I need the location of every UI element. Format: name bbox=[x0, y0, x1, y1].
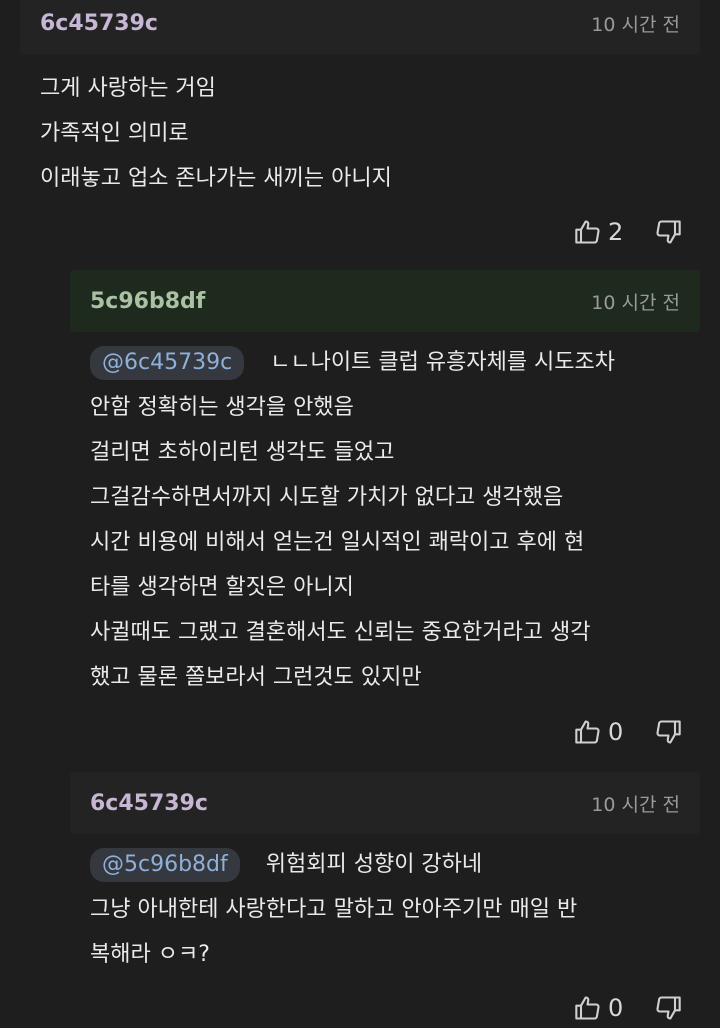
mention-tag[interactable]: @6c45739c bbox=[90, 346, 245, 380]
comment-header: 6c45739c 10 시간 전 bbox=[20, 0, 700, 54]
thumbs-up-icon[interactable] bbox=[574, 718, 602, 746]
comment-author[interactable]: 6c45739c bbox=[90, 791, 208, 816]
comment-time: 10 시간 전 bbox=[591, 793, 680, 816]
comment-actions: 2 bbox=[574, 212, 682, 252]
comment-line: 타를 생각하면 할짓은 아니지 bbox=[90, 575, 354, 600]
like-count: 2 bbox=[608, 218, 624, 246]
comment-line: 복해라 ㅇㅋ? bbox=[90, 942, 210, 967]
comment-line: 시간 비용에 비해서 얻는건 일시적인 쾌락이고 후에 현 bbox=[90, 530, 585, 555]
thumbs-down-icon[interactable] bbox=[654, 994, 682, 1022]
comment-line: 그걸감수하면서까지 시도할 가치가 없다고 생각했음 bbox=[90, 485, 564, 510]
comment-author[interactable]: 5c96b8df bbox=[90, 289, 205, 314]
comment-line: 그게 사랑하는 거임 bbox=[40, 76, 216, 101]
comment-line: 가족적인 의미로 bbox=[40, 121, 189, 146]
like-count: 0 bbox=[608, 994, 624, 1022]
comment-time: 10 시간 전 bbox=[591, 13, 680, 36]
comment-line: @5c96b8df 위험회피 성향이 강하네 bbox=[90, 842, 577, 887]
thumbs-up-icon[interactable] bbox=[574, 218, 602, 246]
comment-time: 10 시간 전 bbox=[591, 291, 680, 314]
comment-line: 이래놓고 업소 존나가는 새끼는 아니지 bbox=[40, 166, 392, 191]
comment-line: @6c45739c ㄴㄴ나이트 클럽 유흥자체를 시도조차 bbox=[90, 340, 615, 385]
comment-text: 위험회피 성향이 강하네 bbox=[265, 852, 483, 877]
comment-header: 5c96b8df 10 시간 전 bbox=[70, 270, 700, 332]
mention-tag[interactable]: @5c96b8df bbox=[90, 848, 240, 882]
comment-body: @5c96b8df 위험회피 성향이 강하네 그냥 아내한테 사랑한다고 말하고 … bbox=[90, 842, 577, 977]
comment-line: 그냥 아내한테 사랑한다고 말하고 안아주기만 매일 반 bbox=[90, 897, 578, 922]
comment-text: ㄴㄴ나이트 클럽 유흥자체를 시도조차 bbox=[270, 350, 616, 375]
comment-line: 사귈때도 그랬고 결혼해서도 신뢰는 중요한거라고 생각 bbox=[90, 620, 591, 645]
comment-body: 그게 사랑하는 거임 가족적인 의미로 이래놓고 업소 존나가는 새끼는 아니지 bbox=[40, 66, 392, 201]
comment-line: 했고 물론 쫄보라서 그런것도 있지만 bbox=[90, 665, 422, 690]
comment-header: 6c45739c 10 시간 전 bbox=[70, 772, 700, 834]
comment-actions: 0 bbox=[574, 988, 682, 1028]
comment-actions: 0 bbox=[574, 712, 682, 752]
comment-body: @6c45739c ㄴㄴ나이트 클럽 유흥자체를 시도조차 안함 정확히는 생각을… bbox=[90, 340, 615, 700]
thumbs-down-icon[interactable] bbox=[654, 718, 682, 746]
comment-line: 안함 정확히는 생각을 안했음 bbox=[90, 395, 354, 420]
thumbs-down-icon[interactable] bbox=[654, 218, 682, 246]
comment-line: 걸리면 초하이리턴 생각도 들었고 bbox=[90, 440, 395, 465]
like-count: 0 bbox=[608, 718, 624, 746]
thumbs-up-icon[interactable] bbox=[574, 994, 602, 1022]
comment-author[interactable]: 6c45739c bbox=[40, 11, 158, 36]
